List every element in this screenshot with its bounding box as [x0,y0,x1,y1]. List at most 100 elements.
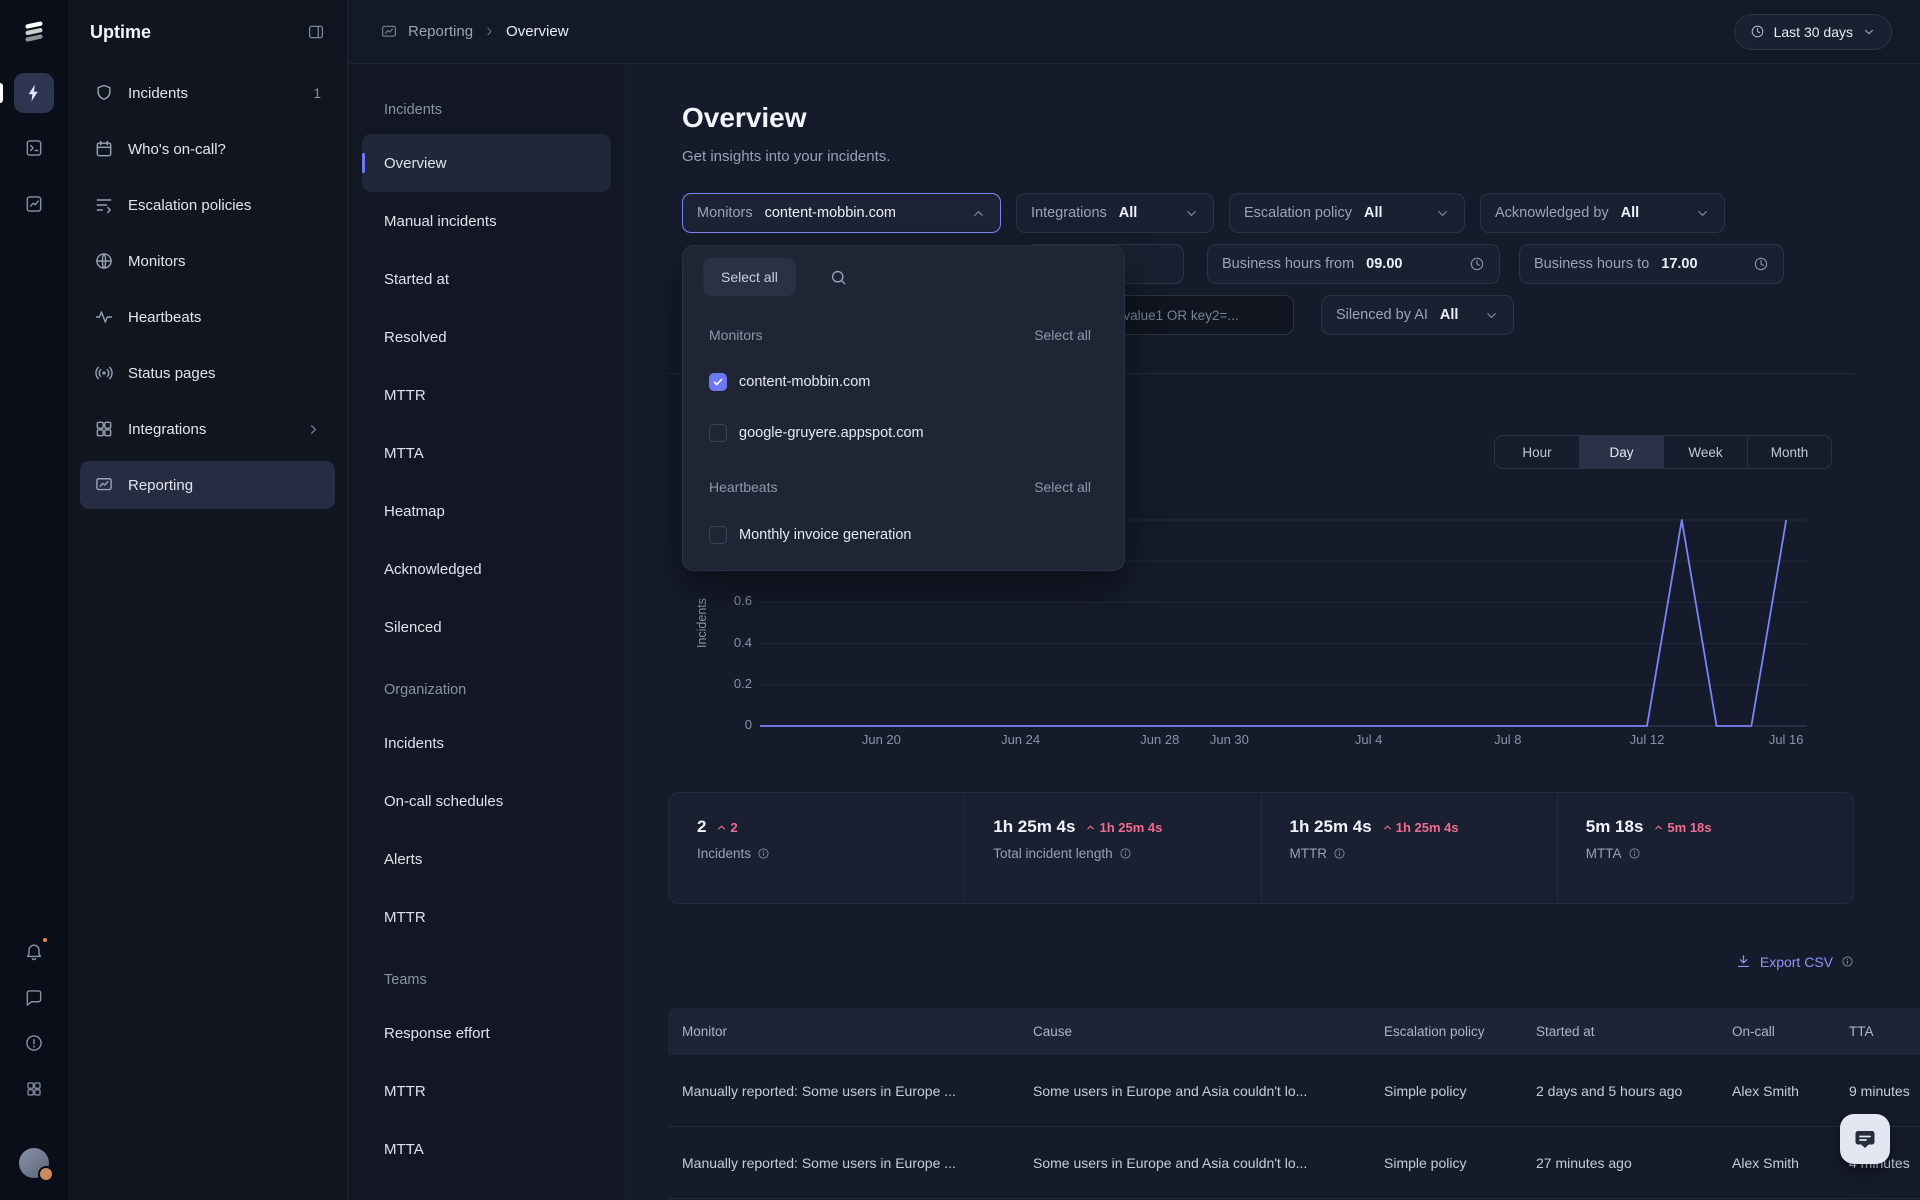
subnav-item-overview[interactable]: Overview [362,134,611,192]
grid-icon [94,419,114,439]
notifications-bell-icon[interactable] [14,931,54,971]
subnav-item-silenced[interactable]: Silenced [362,598,611,656]
granularity-hour[interactable]: Hour [1495,436,1579,468]
x-axis-tick: Jun 20 [846,732,916,747]
subnav-item-heatmap[interactable]: Heatmap [362,482,611,540]
subnav-item-acknowledged[interactable]: Acknowledged [362,540,611,598]
granularity-month[interactable]: Month [1747,436,1831,468]
app-root: Uptime Incidents 1 Who's on-call? Escala… [0,0,1920,1200]
uptime-product-icon[interactable] [14,73,54,113]
report-chart-icon [380,23,398,41]
chat-widget-button[interactable] [1840,1114,1890,1164]
collapse-sidebar-icon[interactable] [307,23,325,41]
trend-up-icon [1653,822,1664,833]
option-label: content-mobbin.com [739,374,870,390]
sidebar-item-incidents[interactable]: Incidents 1 [80,69,335,117]
export-csv-link[interactable]: Export CSV [1760,954,1833,970]
feedback-chat-icon[interactable] [14,978,54,1018]
subnav-item-mttr[interactable]: MTTR [362,366,611,424]
acknowledged-by-filter[interactable]: Acknowledged by All [1480,193,1725,233]
stat-trend: 1h 25m 4s [1396,820,1459,835]
filter-value: All [1621,205,1640,221]
search-icon[interactable] [819,258,857,296]
table-row[interactable]: Manually reported: Some users in Europe … [668,1127,1920,1199]
subnav-item-manual-incidents[interactable]: Manual incidents [362,192,611,250]
sidebar-item-label: Who's on-call? [128,141,226,158]
metrics-product-icon[interactable] [14,184,54,224]
sidebar-item-reporting[interactable]: Reporting [80,461,335,509]
filter-label: Acknowledged by [1495,205,1609,221]
silenced-by-ai-filter[interactable]: Silenced by AI All [1321,295,1514,335]
heartbeat-option[interactable]: Monthly invoice generation [709,523,1104,547]
chevron-right-icon [306,422,321,437]
sidebar-item-label: Reporting [128,477,193,494]
select-all-button[interactable]: Select all [703,258,796,296]
granularity-week[interactable]: Week [1663,436,1747,468]
sidebar-item-integrations[interactable]: Integrations [80,405,335,453]
stat-label: MTTA [1586,846,1622,861]
user-avatar[interactable] [19,1148,49,1178]
sidebar-item-status-pages[interactable]: Status pages [80,349,335,397]
page-subtitle: Get insights into your incidents. [682,148,890,165]
group-select-all-link[interactable]: Select all [1034,479,1091,495]
checkbox[interactable] [709,373,727,391]
apps-grid-icon[interactable] [14,1069,54,1109]
subnav-item-teams-mtta[interactable]: MTTA [362,1120,611,1178]
cell-tta: 9 minutes [1835,1083,1920,1099]
info-icon[interactable] [1333,847,1346,860]
table-row[interactable]: Manually reported: Some users in Europe … [668,1055,1920,1127]
breadcrumb-section[interactable]: Reporting [408,23,473,40]
cell-started: 27 minutes ago [1522,1155,1718,1171]
stat-label: MTTR [1290,846,1328,861]
sidebar-item-heartbeats[interactable]: Heartbeats [80,293,335,341]
sidebar: Uptime Incidents 1 Who's on-call? Escala… [68,0,348,1200]
date-range-button[interactable]: Last 30 days [1734,14,1892,50]
subnav-item-started-at[interactable]: Started at [362,250,611,308]
filter-value: All [1440,307,1459,323]
help-info-icon[interactable] [14,1023,54,1063]
logs-product-icon[interactable] [14,128,54,168]
stat-trend: 2 [730,820,737,835]
subnav-item-mtta[interactable]: MTTA [362,424,611,482]
business-hours-to-filter[interactable]: Business hours to 17.00 [1519,244,1784,284]
monitors-filter[interactable]: Monitors content-mobbin.com [682,193,1001,233]
app-logo-icon[interactable] [21,18,47,49]
escalation-list-icon [94,195,114,215]
monitor-option[interactable]: content-mobbin.com [709,370,1104,394]
granularity-toggle: Hour Day Week Month [1494,435,1832,469]
info-icon[interactable] [1119,847,1132,860]
icon-rail [0,0,68,1200]
subnav-item-teams-mttr[interactable]: MTTR [362,1062,611,1120]
calendar-icon [94,139,114,159]
sidebar-item-escalation-policies[interactable]: Escalation policies [80,181,335,229]
info-icon[interactable] [1628,847,1641,860]
checkbox[interactable] [709,526,727,544]
chevron-down-icon [1695,206,1710,221]
subnav-item-alerts[interactable]: Alerts [362,830,611,888]
subnav-item-on-call-schedules[interactable]: On-call schedules [362,772,611,830]
monitor-option[interactable]: google-gruyere.appspot.com [709,421,1104,445]
sidebar-item-label: Status pages [128,365,216,382]
sidebar-item-label: Incidents [128,85,188,102]
cell-started: 2 days and 5 hours ago [1522,1083,1718,1099]
clock-icon [1469,256,1485,272]
chevron-down-icon [1435,206,1450,221]
group-select-all-link[interactable]: Select all [1034,327,1091,343]
stats-summary: 2 2 Incidents 1h 25m 4s 1h 25m 4s Total … [668,792,1854,904]
subnav-item-response-effort[interactable]: Response effort [362,1004,611,1062]
chevron-down-icon [1484,308,1499,323]
sidebar-item-whos-on-call[interactable]: Who's on-call? [80,125,335,173]
checkbox[interactable] [709,424,727,442]
subnav-item-org-incidents[interactable]: Incidents [362,714,611,772]
business-hours-from-filter[interactable]: Business hours from 09.00 [1207,244,1500,284]
info-icon[interactable] [757,847,770,860]
info-icon[interactable] [1841,955,1854,968]
sidebar-item-monitors[interactable]: Monitors [80,237,335,285]
escalation-policy-filter[interactable]: Escalation policy All [1229,193,1465,233]
integrations-filter[interactable]: Integrations All [1016,193,1214,233]
subnav-item-org-mttr[interactable]: MTTR [362,888,611,946]
option-label: Monthly invoice generation [739,527,912,543]
subnav-item-resolved[interactable]: Resolved [362,308,611,366]
cell-oncall: Alex Smith [1718,1155,1835,1171]
granularity-day[interactable]: Day [1579,436,1663,468]
